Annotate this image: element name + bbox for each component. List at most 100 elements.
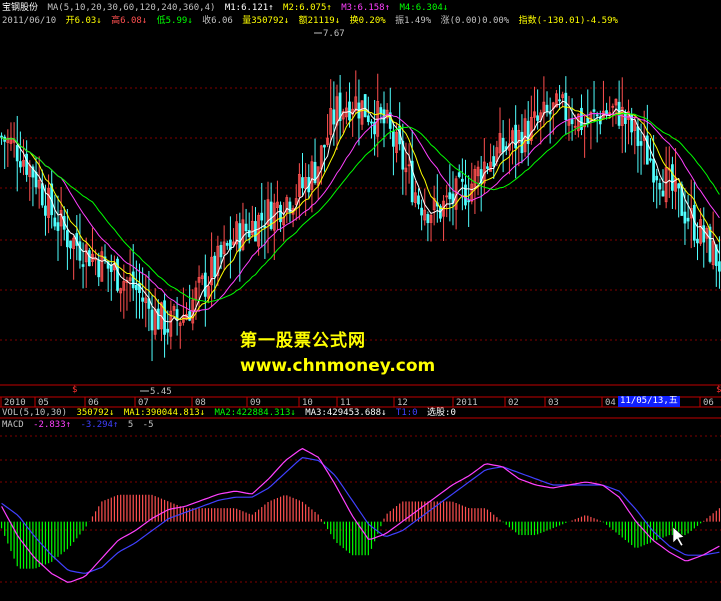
candle-body xyxy=(260,212,264,221)
candle-body xyxy=(649,158,652,161)
candle-body xyxy=(332,109,336,125)
candle-body xyxy=(486,166,489,169)
candle-body xyxy=(366,115,370,123)
macd-v3: 5 xyxy=(127,420,134,430)
macd-v1: -2.833↑ xyxy=(33,420,72,430)
watermark-title: 第一股票公式网 xyxy=(240,331,366,351)
x-tick-label: 05 xyxy=(38,398,49,408)
watermark-url: www.chnmoney.com xyxy=(240,356,436,376)
x-tick-label: 09 xyxy=(250,398,261,408)
macd-v4: -5 xyxy=(142,420,154,430)
candle-body xyxy=(536,115,539,121)
vol-value: 350792↓ xyxy=(76,408,115,418)
x-tick-label: 08 xyxy=(195,398,206,408)
vol-t1: T1:0 xyxy=(395,408,418,418)
candle-body xyxy=(652,158,655,183)
candle-body xyxy=(15,145,19,162)
candle-body xyxy=(219,245,223,258)
vol-pick: 选股:0 xyxy=(427,408,456,418)
macd-dea-line xyxy=(1,456,720,574)
macd-dif-line xyxy=(1,447,720,583)
candle-body xyxy=(708,226,712,262)
cursor-date-box: 11/05/13,五 xyxy=(618,396,680,407)
x-tick-label: 02 xyxy=(508,398,519,408)
info-date: 2011/06/10 xyxy=(2,16,57,26)
candle-body xyxy=(56,222,60,231)
candle-body xyxy=(448,192,452,200)
candle-body xyxy=(595,114,599,117)
candle-body xyxy=(323,144,326,148)
info-turnover: 换0.20% xyxy=(349,16,386,26)
macd-label: MACD xyxy=(2,420,24,430)
ma-label: MA(5,10,20,30,60,120,240,360,4) xyxy=(47,3,216,13)
candle-body xyxy=(279,204,282,223)
candle-body xyxy=(247,230,251,238)
signal-marker-icon: $ xyxy=(72,385,77,395)
info-amount: 额21119↓ xyxy=(298,16,341,26)
info-volume: 量350792↓ xyxy=(242,16,290,26)
candle-body xyxy=(545,104,549,112)
candle-body xyxy=(166,328,170,333)
macd-v2: -3.294↑ xyxy=(80,420,119,430)
candle-body xyxy=(25,153,28,175)
candle-body xyxy=(225,242,229,246)
candle-body xyxy=(686,217,690,222)
candle-body xyxy=(81,264,85,267)
candle-body xyxy=(141,297,144,302)
candle-body xyxy=(655,175,659,181)
candle-body xyxy=(702,225,706,243)
candle-body xyxy=(40,183,44,206)
vol-ma3: MA3:429453.688↓ xyxy=(305,408,387,418)
candle-body xyxy=(301,177,304,189)
candle-body xyxy=(65,230,69,248)
info-row: 2011/06/10 开6.03↓ 高6.08↓ 低5.99↓ 收6.06 量3… xyxy=(2,16,622,27)
candle-body xyxy=(203,272,207,297)
x-tick-label: 12 xyxy=(397,398,408,408)
candle-body xyxy=(363,94,367,118)
ma-m1: M1:6.121↑ xyxy=(224,3,274,13)
vol-ma1: MA1:390044.813↓ xyxy=(123,408,206,418)
signal-marker-icon: $ xyxy=(716,385,721,395)
candle-body xyxy=(520,131,524,154)
candle-body xyxy=(44,205,47,216)
candle-body xyxy=(34,171,38,188)
info-high: 高6.08↓ xyxy=(111,16,148,26)
candle-body xyxy=(417,195,420,205)
chart-canvas: 7.67 5.45 2010 05 06 07 08 09 10 11 12 2011 02 03 04 06… xyxy=(0,29,721,583)
x-tick-label: 2010 xyxy=(4,398,26,408)
candle-body xyxy=(131,271,135,289)
ma-5-line xyxy=(1,100,720,323)
ma-m2: M2:6.075↑ xyxy=(283,3,332,13)
x-tick-label: 04 xyxy=(605,398,616,408)
candle-body xyxy=(592,109,596,112)
candle-body xyxy=(501,137,505,153)
candle-body xyxy=(570,119,574,125)
candle-body xyxy=(420,207,423,216)
candle-body xyxy=(683,211,687,224)
ma-m3: M3:6.158↑ xyxy=(341,3,391,13)
candle-body xyxy=(244,223,248,232)
candle-body xyxy=(163,300,166,335)
candle-body xyxy=(392,131,395,147)
candle-body xyxy=(116,258,119,291)
candle-body xyxy=(53,217,57,227)
candle-body xyxy=(677,183,681,189)
macd-legend: MACD -2.833↑ -3.294↑ 5 -5 xyxy=(2,420,158,431)
high-annotation: 7.67 xyxy=(323,29,345,39)
candle-body xyxy=(150,309,154,331)
candle-body xyxy=(379,107,383,114)
x-tick-label: 06 xyxy=(88,398,99,408)
ma-20-line xyxy=(1,112,720,312)
candle-body xyxy=(464,184,467,206)
candle-body xyxy=(661,190,665,197)
x-tick-label: 06 xyxy=(703,398,714,408)
candle-body xyxy=(18,161,22,168)
stock-name[interactable]: 宝钢股份 xyxy=(2,3,38,13)
low-annotation: 5.45 xyxy=(150,387,172,397)
vol-ma2: MA2:422884.313↓ xyxy=(214,408,296,418)
info-change: 涨(0.00)0.00% xyxy=(440,16,510,26)
candle-body xyxy=(639,141,643,146)
info-amplitude: 振1.49% xyxy=(395,16,432,26)
candle-body xyxy=(457,172,461,177)
ma-30-line xyxy=(1,112,720,303)
